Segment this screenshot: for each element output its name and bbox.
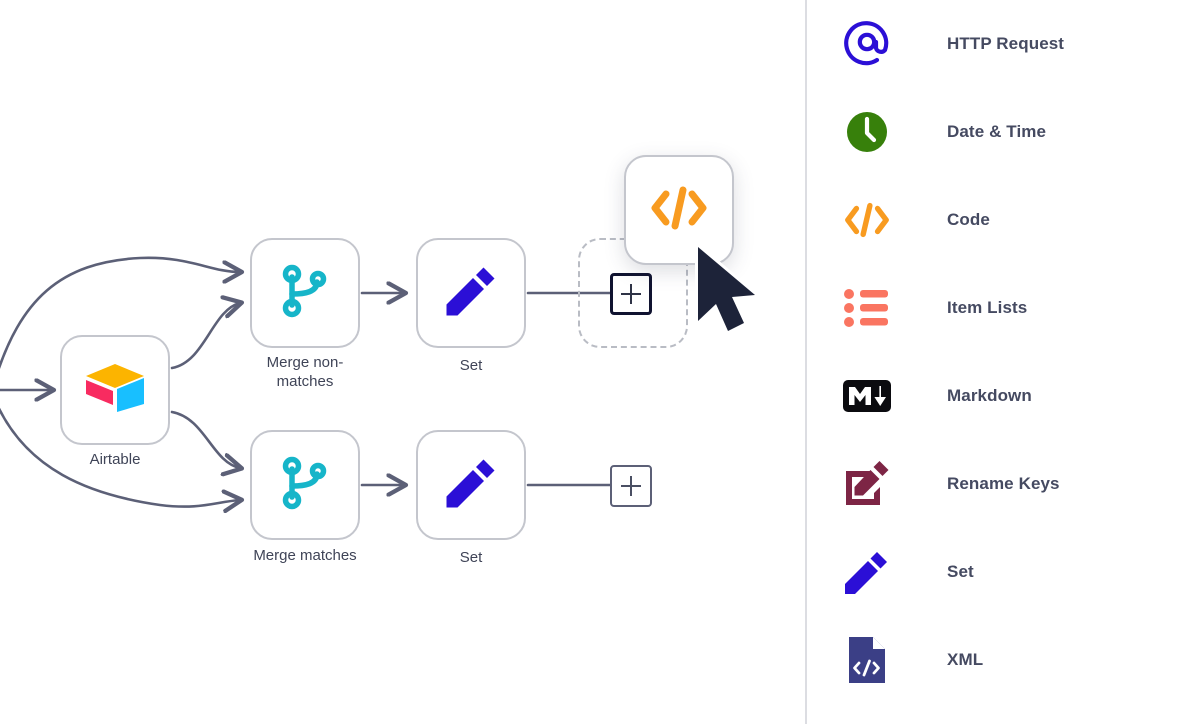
palette-item-xml[interactable]: XML [807,616,1200,704]
palette-item-label: HTTP Request [947,34,1065,53]
plus-vertical-bar [629,284,633,304]
palette-item-label: Item Lists [947,298,1028,317]
plus-vertical-bar [629,476,633,496]
pencil-icon [443,455,499,516]
markdown-icon [843,372,891,420]
node-set-top[interactable] [416,238,526,348]
code-icon [649,182,709,239]
clock-icon [843,108,891,156]
xml-file-icon [843,636,891,684]
palette-item-rename-keys[interactable]: Rename Keys [807,440,1200,528]
palette-item-http-request[interactable]: HTTP Request [807,0,1200,88]
node-airtable-label: Airtable [89,451,141,468]
palette-item-set[interactable]: Set [807,528,1200,616]
palette-item-label: Code [947,210,990,229]
node-set-bottom[interactable] [416,430,526,540]
node-airtable[interactable] [60,335,170,445]
palette-item-label: Markdown [947,386,1032,405]
add-node-button-bottom[interactable] [610,465,652,507]
node-set-top-label: Set [459,357,483,374]
code-icon [843,196,891,244]
palette-item-label: Date & Time [947,122,1047,141]
add-node-button-top[interactable] [610,273,652,315]
merge-icon [279,262,331,325]
palette-item-markdown[interactable]: Markdown [807,352,1200,440]
node-merge-non-matches[interactable] [250,238,360,348]
palette-item-label: Set [947,562,974,581]
rename-keys-icon [843,460,891,508]
node-merge-matches[interactable] [250,430,360,540]
node-merge-non-matches-label: Merge non- matches [266,354,344,390]
node-merge-matches-label: Merge matches [253,547,357,564]
palette-item-date-time[interactable]: Date & Time [807,88,1200,176]
node-set-bottom-label: Set [459,549,483,566]
at-sign-icon [843,20,891,68]
workflow-editor: Airtable Merge non- matches Set Merge ma… [0,0,1200,724]
palette-item-code[interactable]: Code [807,176,1200,264]
dragged-node-code[interactable] [624,155,734,265]
pencil-icon [443,263,499,324]
palette-item-label: Rename Keys [947,474,1060,493]
item-list-icon [843,284,891,332]
palette-item-label: XML [947,650,984,669]
node-palette-sidebar[interactable]: HTTP Request Date & Time Code Item Lists… [805,0,1200,724]
airtable-icon [84,362,146,419]
pencil-icon [843,548,891,596]
workflow-canvas[interactable]: Airtable Merge non- matches Set Merge ma… [0,0,805,724]
merge-icon [279,454,331,517]
palette-item-item-lists[interactable]: Item Lists [807,264,1200,352]
